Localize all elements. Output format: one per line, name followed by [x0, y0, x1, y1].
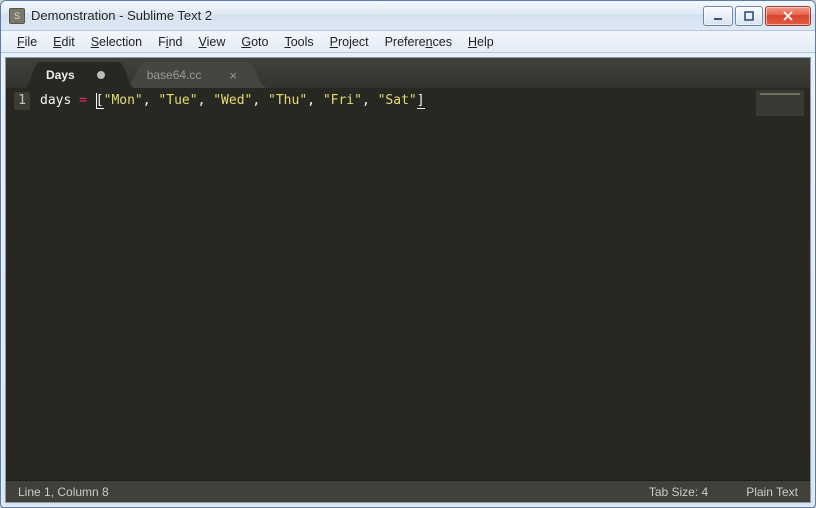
tab-days[interactable]: Days: [24, 62, 135, 88]
gutter: 1: [6, 88, 40, 480]
tab-close-icon[interactable]: ×: [229, 69, 237, 82]
window-title: Demonstration - Sublime Text 2: [31, 8, 703, 23]
close-button[interactable]: [765, 6, 811, 26]
window-controls: [703, 6, 811, 26]
code-line: days = ["Mon", "Tue", "Wed", "Thu", "Fri…: [40, 93, 425, 108]
menu-file[interactable]: File: [9, 33, 45, 51]
tabbar: Days base64.cc ×: [6, 58, 810, 88]
app-window: S Demonstration - Sublime Text 2 File Ed…: [0, 0, 816, 508]
menu-project[interactable]: Project: [322, 33, 377, 51]
line-number: 1: [14, 92, 30, 110]
tab-shape: [24, 62, 135, 88]
minimap-line: [760, 93, 800, 95]
tab-label: base64.cc: [147, 68, 202, 82]
minimize-icon: [712, 10, 724, 22]
minimize-button[interactable]: [703, 6, 733, 26]
tab-base64[interactable]: base64.cc ×: [125, 62, 267, 88]
menu-find[interactable]: Find: [150, 33, 190, 51]
status-position[interactable]: Line 1, Column 8: [18, 485, 109, 499]
status-tabsize[interactable]: Tab Size: 4: [649, 485, 708, 499]
menu-edit[interactable]: Edit: [45, 33, 83, 51]
menu-selection[interactable]: Selection: [83, 33, 150, 51]
dirty-indicator-icon: [97, 71, 105, 79]
menu-preferences[interactable]: Preferences: [377, 33, 460, 51]
minimap[interactable]: [756, 90, 804, 116]
close-icon: [781, 10, 795, 22]
menu-help[interactable]: Help: [460, 33, 502, 51]
status-syntax[interactable]: Plain Text: [746, 485, 798, 499]
maximize-icon: [743, 10, 755, 22]
editor[interactable]: 1 days = ["Mon", "Tue", "Wed", "Thu", "F…: [6, 88, 810, 480]
code-area[interactable]: days = ["Mon", "Tue", "Wed", "Thu", "Fri…: [40, 88, 810, 480]
client-area: Days base64.cc × 1 days = ["Mon", "Tue",…: [5, 57, 811, 503]
menu-tools[interactable]: Tools: [276, 33, 321, 51]
statusbar: Line 1, Column 8 Tab Size: 4 Plain Text: [6, 480, 810, 502]
menubar: File Edit Selection Find View Goto Tools…: [1, 31, 815, 53]
tab-label: Days: [46, 68, 75, 82]
app-icon: S: [9, 8, 25, 24]
maximize-button[interactable]: [735, 6, 763, 26]
menu-view[interactable]: View: [190, 33, 233, 51]
titlebar[interactable]: S Demonstration - Sublime Text 2: [1, 1, 815, 31]
menu-goto[interactable]: Goto: [233, 33, 276, 51]
